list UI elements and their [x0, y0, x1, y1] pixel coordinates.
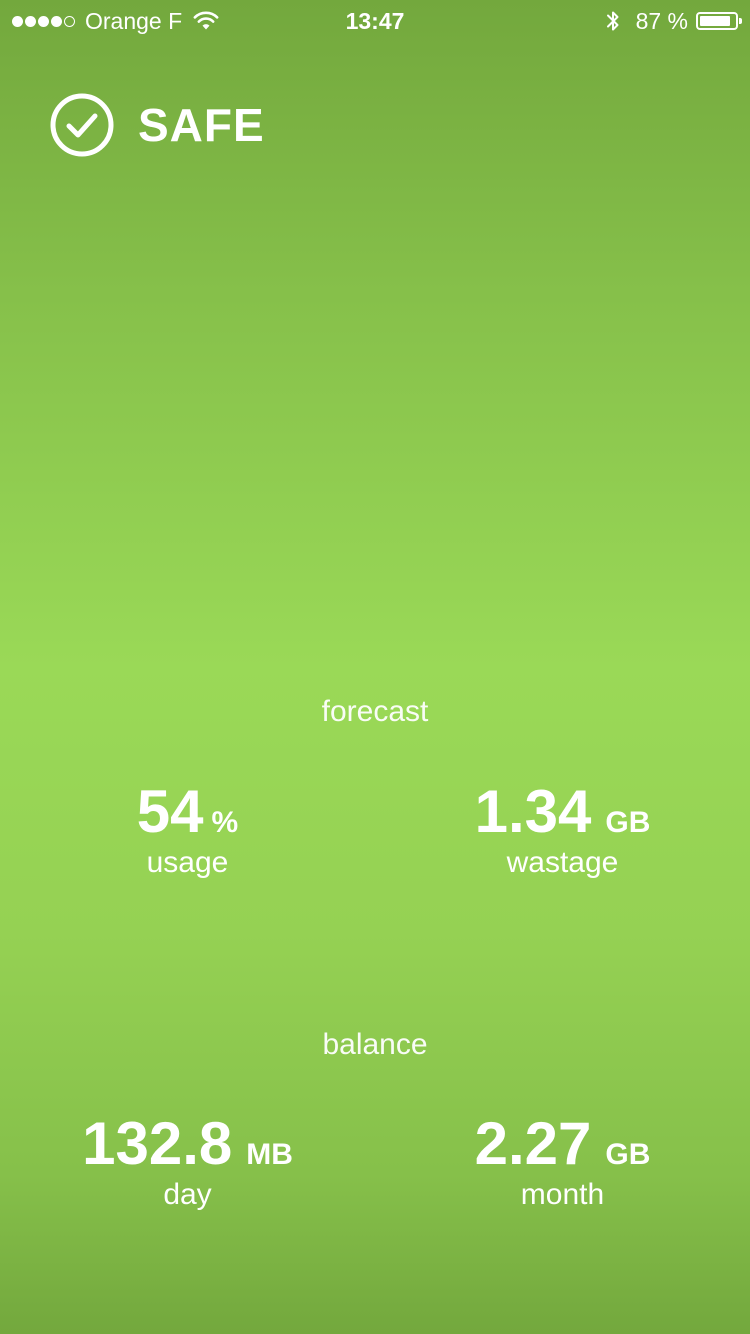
battery-tip [739, 18, 742, 24]
day-value-line: 132.8 MB [0, 1112, 375, 1176]
month-unit: GB [605, 1138, 651, 1171]
wastage-unit: GB [605, 806, 651, 839]
usage-value-line: 54 % [0, 780, 375, 844]
battery-fill [700, 16, 730, 26]
checkmark-circle-icon [50, 93, 114, 157]
battery-percentage: 87 % [635, 7, 688, 34]
month-label: month [520, 1178, 605, 1211]
usage-label: usage [146, 846, 229, 879]
month-value-line: 2.27 GB [375, 1112, 750, 1176]
status-bar: Orange F 13:47 87 % [0, 0, 750, 40]
day-balance-metric: 132.8 MB day [0, 1112, 375, 1212]
status-label: SAFE [138, 99, 265, 151]
forecast-title: forecast [321, 695, 429, 728]
day-unit: MB [246, 1138, 293, 1171]
safety-status: SAFE [50, 93, 265, 157]
day-label: day [163, 1178, 212, 1211]
usage-metric: 54 % usage [0, 780, 375, 880]
bluetooth-icon [606, 11, 619, 31]
wastage-value: 1.34 [474, 778, 592, 845]
month-value: 2.27 [474, 1110, 592, 1177]
day-value: 132.8 [82, 1110, 233, 1177]
balance-title: balance [322, 1028, 428, 1061]
battery-icon [696, 12, 742, 30]
wastage-metric: 1.34 GB wastage [375, 780, 750, 880]
status-right: 87 % [606, 7, 742, 34]
wastage-value-line: 1.34 GB [375, 780, 750, 844]
usage-unit: % [211, 806, 239, 839]
usage-value: 54 [136, 778, 204, 845]
month-balance-metric: 2.27 GB month [375, 1112, 750, 1212]
wastage-label: wastage [506, 846, 619, 879]
